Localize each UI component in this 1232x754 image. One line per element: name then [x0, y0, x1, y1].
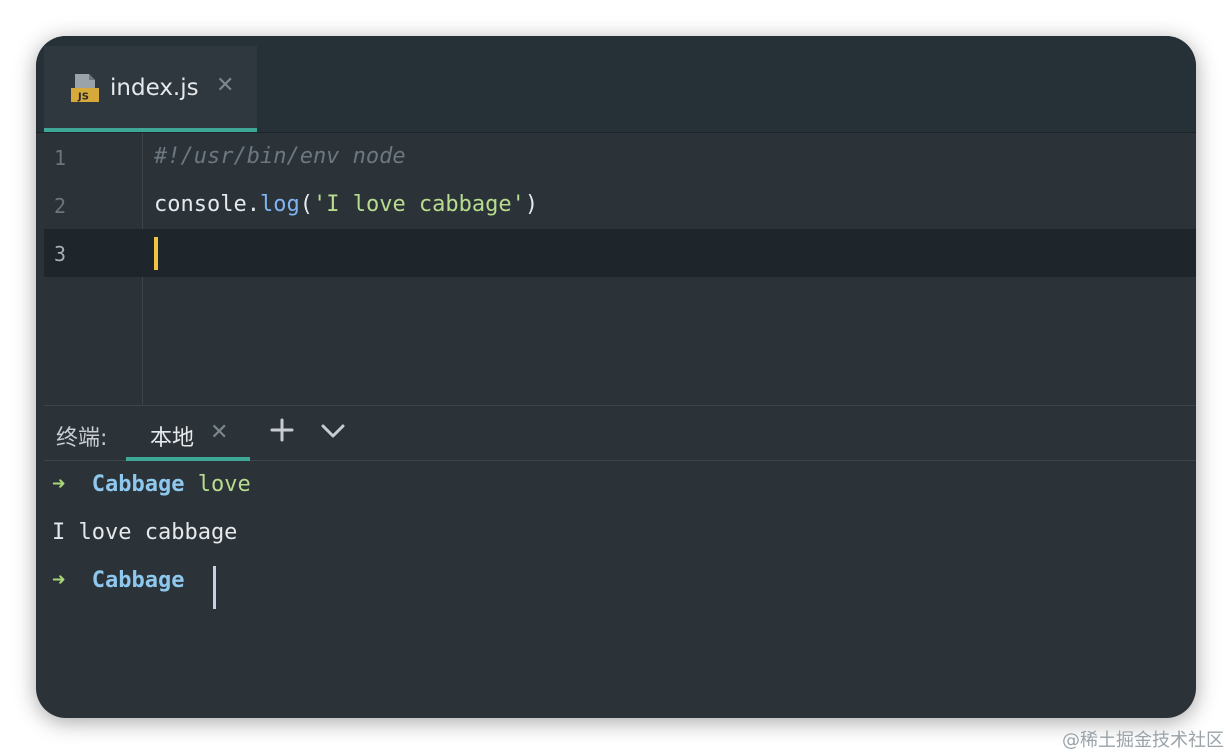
close-icon[interactable]: ✕ — [210, 420, 228, 445]
code-line-2: 2 console.log('I love cabbage') — [44, 181, 1196, 229]
line-number: 2 — [54, 194, 67, 218]
code-object: console — [154, 192, 247, 217]
svg-text:JS: JS — [77, 92, 89, 103]
editor-tab-title: index.js — [110, 75, 199, 101]
code-line-3-current: 3 — [44, 229, 1196, 277]
shebang-comment: #!/usr/bin/env node — [154, 144, 406, 169]
terminal-output[interactable]: ➜ Cabbage love I love cabbage ➜ Cabbage — [44, 460, 1196, 718]
editor-tab-bar: JS index.js ✕ — [36, 36, 1196, 133]
code-paren-open: ( — [299, 192, 313, 217]
terminal-line-2: I love cabbage — [52, 520, 237, 545]
code-string: 'I love cabbage' — [312, 192, 525, 217]
code-paren-close: ) — [524, 192, 539, 217]
terminal-tab-local[interactable]: 本地 ✕ — [126, 406, 250, 461]
text-caret — [154, 237, 158, 270]
terminal-tab-label: 本地 — [150, 426, 195, 451]
terminal-label: 终端: — [56, 426, 108, 451]
terminal-cursor — [213, 566, 216, 609]
code-editor[interactable]: 1 #!/usr/bin/env node 2 console.log('I l… — [44, 133, 1196, 404]
js-file-icon: JS — [71, 74, 99, 103]
active-tab-indicator — [44, 128, 257, 132]
ide-window: JS index.js ✕ 1 #!/usr/bin/env node 2 co… — [36, 36, 1196, 718]
prompt-directory: Cabbage — [91, 472, 185, 497]
line-number: 1 — [54, 146, 67, 170]
code-statement: console.log('I love cabbage') — [154, 192, 538, 217]
terminal-command: love — [197, 472, 251, 497]
prompt-arrow-icon: ➜ — [52, 472, 66, 497]
prompt-arrow-icon: ➜ — [52, 568, 66, 593]
code-method: log — [259, 192, 300, 217]
watermark: @稀土掘金技术社区 — [1062, 730, 1224, 751]
line-number: 3 — [54, 242, 67, 266]
chevron-down-icon[interactable] — [318, 418, 348, 444]
terminal-output-text: I love cabbage — [52, 520, 238, 545]
plus-icon[interactable] — [268, 416, 296, 444]
code-line-1: 1 #!/usr/bin/env node — [44, 133, 1196, 181]
code-dot: . — [246, 192, 260, 217]
close-icon[interactable]: ✕ — [216, 73, 234, 98]
terminal-line-3: ➜ Cabbage — [52, 566, 216, 609]
editor-tab-index-js[interactable]: JS index.js ✕ — [44, 46, 257, 132]
terminal-header: 终端: 本地 ✕ — [44, 405, 1196, 461]
prompt-directory: Cabbage — [91, 568, 185, 593]
terminal-line-1: ➜ Cabbage love — [52, 472, 251, 497]
